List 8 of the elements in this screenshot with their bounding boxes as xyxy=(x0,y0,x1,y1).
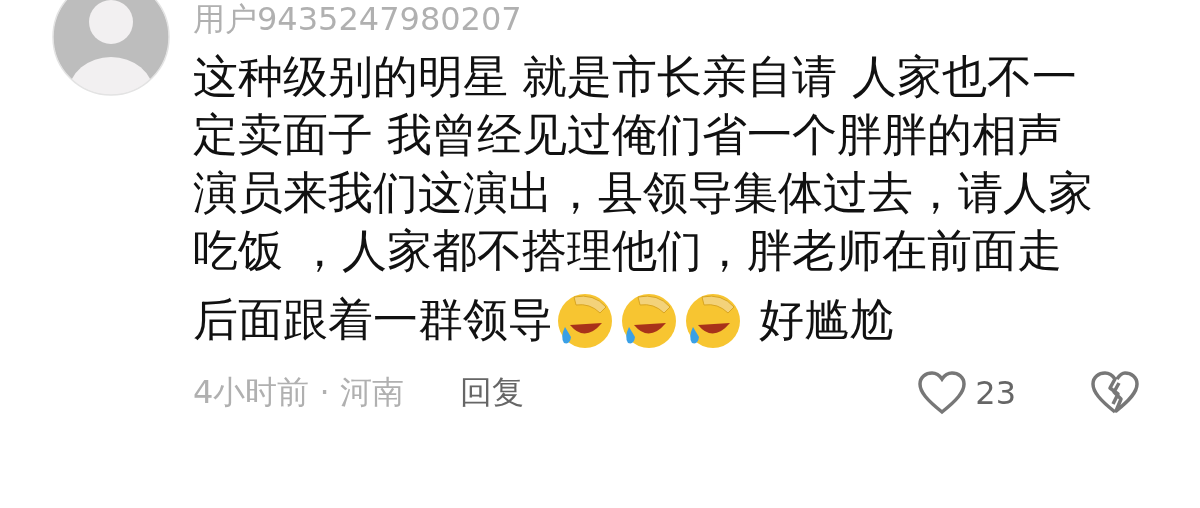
heart-icon[interactable] xyxy=(917,370,968,416)
like-count: 23 xyxy=(975,374,1016,412)
broken-heart-icon[interactable] xyxy=(1090,370,1140,416)
comment-text: 好尴尬 xyxy=(758,292,895,348)
comment-text: 后面跟着一群领导 xyxy=(193,292,553,348)
comment-text: 这种级别的明星 就是市长亲自请 人家也不一 定卖面子 我曾经见过俺们省一个胖胖的相声 演员来我们这演出，县领导集体过去，请人家 吃饭 ，人家都不搭理他们，胖老师在前面走 xyxy=(193,49,1094,279)
comment-meta: 4小时前 · 河南 xyxy=(193,372,404,413)
reply-link[interactable]: 回复 xyxy=(459,371,524,415)
